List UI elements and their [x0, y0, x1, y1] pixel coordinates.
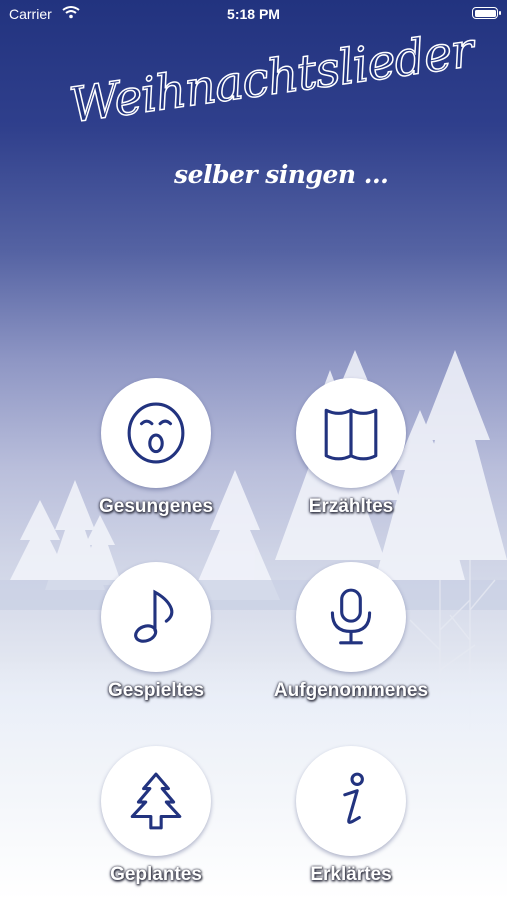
menu-item-erzaehltes[interactable]: Erzähltes — [251, 378, 451, 518]
app-screen: Carrier 5:18 PM Weihnachtslieder selber … — [0, 0, 507, 900]
menu-button-geplantes[interactable] — [101, 746, 211, 856]
menu-label-erzaehltes: Erzähltes — [308, 496, 394, 517]
book-icon — [324, 408, 378, 461]
menu-button-erklaertes[interactable] — [296, 746, 406, 856]
menu-item-erklaertes[interactable]: Erklärtes — [251, 746, 451, 886]
app-subtitle: selber singen ... — [174, 160, 389, 189]
microphone-icon — [330, 588, 372, 645]
menu-label-aufgenommenes: Aufgenommenes — [273, 680, 429, 701]
menu-button-gespieltes[interactable] — [101, 562, 211, 672]
singing-face-icon — [127, 402, 185, 464]
menu-label-gespieltes: Gespieltes — [107, 680, 205, 701]
menu-button-aufgenommenes[interactable] — [296, 562, 406, 672]
menu-label-gesungenes: Gesungenes — [98, 496, 214, 517]
menu-item-aufgenommenes[interactable]: Aufgenommenes — [251, 562, 451, 702]
fir-tree-icon — [130, 772, 182, 830]
status-bar: Carrier 5:18 PM — [0, 0, 507, 28]
clock: 5:18 PM — [227, 6, 280, 22]
menu-button-gesungenes[interactable] — [101, 378, 211, 488]
menu-button-erzaehltes[interactable] — [296, 378, 406, 488]
menu-item-gespieltes[interactable]: Gespieltes — [56, 562, 256, 702]
music-note-icon — [134, 589, 174, 643]
menu-item-gesungenes[interactable]: Gesungenes — [56, 378, 256, 518]
menu-label-geplantes: Geplantes — [110, 864, 202, 885]
menu-item-geplantes[interactable]: Geplantes — [56, 746, 256, 886]
app-title: Weihnachtslieder — [65, 21, 477, 135]
menu-label-erklaertes: Erklärtes — [310, 864, 392, 885]
battery-icon — [472, 7, 501, 19]
info-icon — [343, 772, 364, 824]
